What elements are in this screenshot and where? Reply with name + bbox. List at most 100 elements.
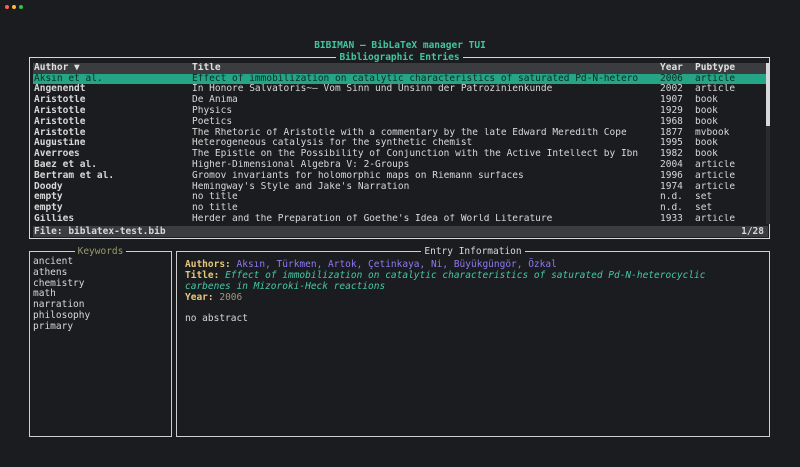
cell-title: Higher-Dimensional Algebra V: 2-Groups: [192, 159, 410, 170]
table-row[interactable]: Aristotle The Rhetoric of Aristotle with …: [33, 128, 766, 139]
cell-author: Aksın et al.: [34, 73, 103, 84]
cell-pubtype: book: [695, 116, 718, 127]
table-row[interactable]: empty no title n.d. set: [33, 203, 766, 214]
cell-author: Baez et al.: [34, 159, 97, 170]
cell-title: The Epistle on the Possibility of Conjun…: [192, 149, 639, 160]
authors-label: Authors:: [185, 259, 231, 270]
cell-author: empty: [34, 192, 63, 203]
entries-scrollbar-thumb[interactable]: [766, 63, 770, 126]
minimize-window-icon[interactable]: [12, 5, 16, 9]
keyword-item[interactable]: athens: [33, 267, 67, 279]
cell-year: n.d.: [660, 203, 683, 214]
cell-pubtype: book: [695, 105, 718, 116]
cell-title: Gromov invariants for holomorphic maps o…: [192, 170, 524, 181]
cell-author: Aristotle: [34, 105, 86, 116]
cell-pubtype: set: [695, 203, 713, 214]
cell-pubtype: article: [695, 84, 736, 95]
cell-title: no title: [192, 192, 238, 203]
cell-pubtype: article: [695, 170, 736, 181]
title-value-line1: Effect of immobilization on catalytic ch…: [225, 270, 706, 281]
table-row[interactable]: Gillies Herder and the Preparation of Goe…: [33, 214, 766, 225]
cell-title: De Anima: [192, 95, 238, 106]
cell-author: Gillies: [34, 213, 75, 224]
cell-pubtype: article: [695, 213, 736, 224]
entries-panel-title: Bibliographic Entries: [30, 52, 769, 63]
year-line: Year: 2006: [185, 292, 745, 303]
entries-panel[interactable]: Bibliographic Entries Author ▼ Title Yea…: [29, 52, 770, 239]
table-row[interactable]: Aristotle Physics 1929 book: [33, 106, 766, 117]
cell-year: 1982: [660, 149, 683, 160]
cell-title: Heterogeneous catalysis for the syntheti…: [192, 138, 473, 149]
cell-pubtype: mvbook: [695, 127, 730, 138]
cell-year: 1974: [660, 181, 683, 192]
close-window-icon[interactable]: [5, 5, 9, 9]
cell-year: 1995: [660, 138, 683, 149]
table-row[interactable]: Doody Hemingway's Style and Jake's Narrat…: [33, 182, 766, 193]
column-header-year[interactable]: Year: [660, 63, 694, 74]
title-line: Title: Effect of immobilization on catal…: [185, 270, 745, 281]
cell-year: 2006: [660, 73, 683, 84]
cell-year: 1933: [660, 213, 683, 224]
cell-pubtype: book: [695, 149, 718, 160]
entry-info-panel-title: Entry Information: [177, 246, 769, 257]
authors-value: Aksın, Türkmen, Artok, Çetinkaya, Ni, Bü…: [236, 259, 557, 270]
cell-year: 2002: [660, 84, 683, 95]
app-title: BIBIMAN – BibLaTeX manager TUI: [314, 40, 486, 51]
cell-title: Effect of immobilization on catalytic ch…: [192, 73, 639, 84]
cell-title: The Rhetoric of Aristotle with a comment…: [192, 127, 627, 138]
cell-author: Angenendt: [34, 84, 86, 95]
window-controls: [5, 5, 23, 9]
column-header-pubtype[interactable]: Pubtype: [695, 63, 765, 74]
cell-author: Aristotle: [34, 127, 86, 138]
table-row[interactable]: Averroes The Epistle on the Possibility o…: [33, 149, 766, 160]
cell-title: no title: [192, 203, 238, 214]
cell-title: Poetics: [192, 116, 233, 127]
cell-pubtype: book: [695, 138, 718, 149]
column-header-author[interactable]: Author ▼: [34, 63, 184, 74]
cell-author: Bertram et al.: [34, 170, 115, 181]
cell-author: Aristotle: [34, 116, 86, 127]
column-header-title[interactable]: Title: [192, 63, 650, 74]
cell-title: Physics: [192, 105, 233, 116]
title-line-2: carbenes in Mizoroki-Heck reactions: [185, 281, 745, 292]
maximize-window-icon[interactable]: [19, 5, 23, 9]
table-row[interactable]: Augustine Heterogeneous catalysis for the…: [33, 138, 766, 149]
cell-year: n.d.: [660, 192, 683, 203]
cell-year: 1929: [660, 105, 683, 116]
cell-year: 1968: [660, 116, 683, 127]
cell-year: 1907: [660, 95, 683, 106]
cell-year: 1996: [660, 170, 683, 181]
table-row[interactable]: Aristotle De Anima 1907 book: [33, 95, 766, 106]
title-value-line2: carbenes in Mizoroki-Heck reactions: [185, 281, 386, 292]
table-row[interactable]: Aksın et al. Effect of immobilization on …: [33, 73, 766, 84]
table-row[interactable]: Bertram et al. Gromov invariants for holo…: [33, 171, 766, 182]
cell-author: Doody: [34, 181, 63, 192]
table-row[interactable]: Baez et al. Higher-Dimensional Algebra V:…: [33, 160, 766, 171]
title-label: Title:: [185, 270, 220, 281]
cell-pubtype: article: [695, 181, 736, 192]
cell-pubtype: book: [695, 95, 718, 106]
table-row[interactable]: Aristotle Poetics 1968 book: [33, 117, 766, 128]
cell-pubtype: article: [695, 159, 736, 170]
cell-author: empty: [34, 203, 63, 214]
entries-footer: File: biblatex-test.bib 1/28: [33, 226, 768, 237]
entries-table-header: Author ▼ Title Year Pubtype: [33, 63, 766, 74]
keywords-panel[interactable]: Keywords ancient athens chemistry math narra…: [29, 246, 172, 437]
year-label: Year:: [185, 292, 214, 303]
cell-pubtype: set: [695, 192, 713, 203]
cell-year: 1877: [660, 127, 683, 138]
keyword-item[interactable]: primary: [33, 321, 73, 333]
cell-title: Herder and the Preparation of Goethe's I…: [192, 213, 553, 224]
table-row[interactable]: empty no title n.d. set: [33, 192, 766, 203]
authors-line: Authors: Aksın, Türkmen, Artok, Çetinkay…: [185, 259, 745, 270]
cell-title: Hemingway's Style and Jake's Narration: [192, 181, 410, 192]
entry-info-panel: Entry Information Authors: Aksın, Türkme…: [176, 246, 770, 437]
file-name: File: biblatex-test.bib: [34, 226, 166, 237]
cell-year: 2004: [660, 159, 683, 170]
year-value: 2006: [219, 292, 243, 303]
abstract-text: no abstract: [185, 313, 248, 324]
table-row[interactable]: Angenendt In Honore Salvatoris~— Vom Sinn…: [33, 84, 766, 95]
cell-author: Averroes: [34, 149, 80, 160]
cell-pubtype: article: [695, 73, 736, 84]
cell-author: Aristotle: [34, 95, 86, 106]
